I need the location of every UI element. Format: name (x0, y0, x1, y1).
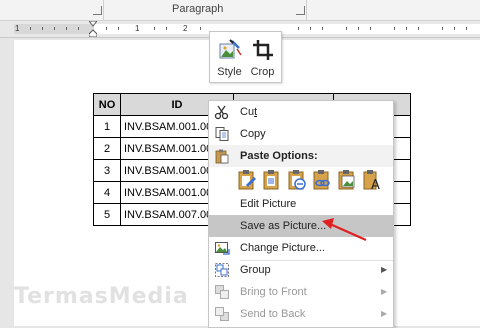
menu-label: Group (240, 264, 271, 276)
ribbon: Paragraph (0, 0, 480, 21)
svg-text:A: A (371, 178, 380, 191)
ruler-number: 1 (15, 24, 20, 33)
cell-no: 2 (93, 137, 121, 160)
group-icon (215, 263, 229, 277)
cell-no: 3 (93, 159, 121, 182)
paste-merge-icon (263, 170, 279, 190)
ruler-tick (394, 27, 395, 30)
menu-label: Bring to Front (240, 286, 307, 298)
paste-text-only-icon: A (363, 170, 380, 193)
bring-to-front-icon (215, 285, 229, 299)
paste-merge-button[interactable] (262, 169, 282, 191)
submenu-arrow-icon: ▶ (381, 309, 388, 318)
paste-image-button[interactable] (337, 169, 357, 191)
menu-item-copy[interactable]: Copy (209, 123, 393, 145)
indent-marker-icon[interactable] (89, 21, 97, 37)
ruler-tick (454, 27, 455, 30)
style-label: Style (217, 66, 242, 78)
ruler-tick (78, 27, 79, 30)
menu-label: Change Picture... (240, 242, 325, 254)
cell-no: 5 (93, 203, 121, 226)
ruler-tick (346, 27, 347, 30)
ribbon-separator (103, 0, 104, 20)
crop-label: Crop (250, 66, 275, 78)
ruler-tick (42, 27, 43, 30)
paste-keep-source-icon (238, 170, 256, 190)
menu-item-send-to-back[interactable]: Send to Back ▶ (209, 303, 393, 325)
paste-link-icon (313, 170, 330, 190)
ruler-tick (106, 27, 107, 30)
mini-toolbar: Style Crop (209, 31, 282, 83)
menu-item-edit-picture[interactable]: Edit Picture (209, 193, 393, 215)
ruler-tick (66, 27, 67, 30)
paste-picture-icon (288, 170, 306, 190)
ruler-tick (370, 27, 371, 30)
ruler-tick (358, 27, 359, 30)
paste-options-header: Paste Options: (209, 145, 393, 167)
ruler-tick (30, 27, 31, 30)
ribbon-group-paragraph: Paragraph (172, 3, 224, 15)
watermark: TermasMedia (14, 284, 189, 309)
submenu-arrow-icon: ▶ (381, 287, 388, 296)
menu-label: Send to Back (240, 308, 306, 320)
style-button[interactable]: Style (213, 35, 246, 79)
header-no: NO (93, 93, 121, 116)
menu-label: Edit Picture (240, 198, 297, 210)
menu-label: Save as Picture... (240, 220, 327, 232)
ruler-tick (322, 27, 323, 30)
change-picture-icon (215, 242, 230, 255)
menu-item-group[interactable]: Group ▶ (209, 259, 393, 281)
ruler-tick (154, 27, 155, 30)
ruler-tick (442, 27, 443, 30)
paste-image-icon (338, 170, 355, 190)
menu-item-bring-to-front[interactable]: Bring to Front ▶ (209, 281, 393, 303)
font-dialog-launcher-icon[interactable] (93, 6, 102, 15)
paragraph-dialog-launcher-icon[interactable] (296, 6, 305, 15)
paste-icon (215, 149, 229, 164)
menu-label: Cut (240, 106, 258, 118)
ruler-number: 2 (183, 24, 188, 33)
menu-item-cut[interactable]: Cut (209, 101, 393, 123)
paste-keep-source-button[interactable] (237, 169, 257, 191)
ruler-tick (418, 27, 419, 30)
picture-style-icon (219, 39, 242, 59)
ruler-tick (298, 27, 299, 30)
cell-no: 1 (93, 115, 121, 138)
paste-picture-button[interactable] (287, 169, 307, 191)
send-to-back-icon (215, 307, 229, 321)
context-menu: Cut Copy Paste Options: A Edit Picture S… (208, 100, 394, 328)
ruler-tick (310, 27, 311, 30)
scissors-icon (214, 105, 229, 120)
ruler-tick (54, 27, 55, 30)
ruler-tick (166, 27, 167, 30)
annotation-arrow-icon (322, 218, 367, 242)
ruler-tick (118, 27, 119, 30)
ribbon-separator (306, 0, 307, 20)
paste-options-label: Paste Options: (240, 150, 318, 162)
paste-link-button[interactable] (312, 169, 332, 191)
ruler-tick (200, 27, 201, 30)
cell-no: 4 (93, 181, 121, 204)
ruler-number: 1 (135, 24, 140, 33)
paste-text-only-button[interactable]: A (362, 169, 382, 193)
crop-button[interactable]: Crop (246, 35, 279, 79)
ruler-tick (406, 27, 407, 30)
menu-label: Copy (240, 128, 266, 140)
submenu-arrow-icon: ▶ (381, 265, 388, 274)
ruler-tick (466, 27, 467, 30)
copy-icon (215, 127, 229, 141)
crop-icon (253, 40, 273, 60)
